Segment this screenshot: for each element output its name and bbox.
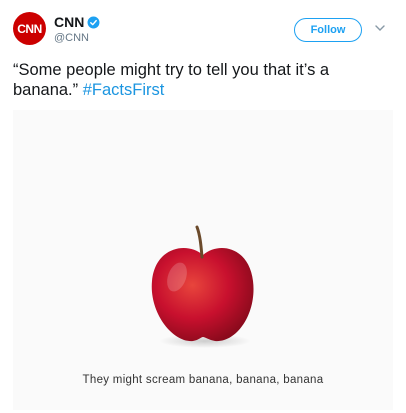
follow-button[interactable]: Follow xyxy=(294,18,362,42)
red-apple-icon xyxy=(151,225,254,348)
avatar[interactable]: CNN xyxy=(13,12,46,45)
author-handle[interactable]: @CNN xyxy=(54,32,89,44)
tweet-text-body: “Some people might try to tell you that … xyxy=(13,61,330,99)
author-name-row: CNN xyxy=(54,14,100,30)
apple-image xyxy=(143,223,263,353)
hashtag-link[interactable]: #FactsFirst xyxy=(83,81,165,99)
author-display-name[interactable]: CNN xyxy=(54,14,84,30)
verified-badge-icon xyxy=(87,16,100,28)
chevron-down-icon[interactable] xyxy=(374,22,386,34)
tweet-header: CNN CNN @CNN Follow xyxy=(0,0,406,54)
tweet-text: “Some people might try to tell you that … xyxy=(13,60,398,100)
tweet-media[interactable]: They might scream banana, banana, banana xyxy=(13,110,393,410)
avatar-logo-text: CNN xyxy=(17,21,42,36)
media-caption: They might scream banana, banana, banana xyxy=(82,374,324,386)
